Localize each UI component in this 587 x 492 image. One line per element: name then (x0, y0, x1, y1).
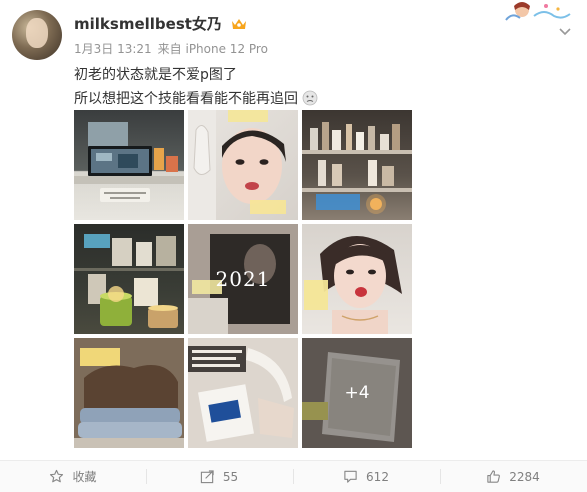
photo-thumbnail[interactable] (74, 110, 184, 220)
photo-thumbnail[interactable] (188, 110, 298, 220)
photo-content (74, 234, 184, 328)
decoration-cartoon-icon (505, 2, 571, 21)
photo-content (188, 338, 298, 448)
photo-content (188, 110, 286, 220)
photo-thumbnail[interactable] (74, 224, 184, 334)
image-grid: 2021 +4 (74, 110, 412, 448)
repost-count: 55 (222, 469, 239, 484)
photo-thumbnail[interactable] (302, 110, 412, 220)
action-bar: 收藏 55 612 2284 (0, 460, 587, 492)
star-icon (50, 469, 64, 483)
share-icon (200, 470, 214, 484)
avatar[interactable] (12, 10, 62, 60)
username-link[interactable]: milksmellbest女乃 (74, 15, 222, 33)
repost-button[interactable]: 55 (146, 461, 292, 492)
photo-thumbnail[interactable]: +4 (302, 338, 412, 448)
photo-thumbnail[interactable]: 2021 (188, 224, 298, 334)
photo-thumbnail[interactable] (302, 224, 412, 334)
photo-thumbnail[interactable] (188, 338, 298, 448)
post-date[interactable]: 1月3日 13:21 (74, 42, 152, 56)
photo-content (302, 122, 412, 214)
photo-content (74, 338, 184, 448)
photo-content (74, 122, 184, 202)
sad-face-emoji-icon (303, 90, 318, 106)
more-images-overlay[interactable]: +4 (302, 338, 412, 448)
post-text-line-1: 初老的状态就是不爱p图了 (74, 67, 237, 83)
favorite-label: 收藏 (72, 470, 97, 484)
post-source: 来自 iPhone 12 Pro (157, 42, 268, 56)
post-meta: 1月3日 13:21 来自 iPhone 12 Pro (74, 40, 274, 57)
year-caption: 2021 (215, 267, 271, 291)
comment-button[interactable]: 612 (293, 461, 439, 492)
post-text-line-2: 所以想把这个技能看看能不能再追回 (74, 88, 318, 108)
vip-crown-icon[interactable] (231, 17, 247, 31)
comment-count: 612 (366, 469, 389, 484)
chevron-down-icon[interactable] (559, 28, 571, 36)
comment-icon (344, 470, 357, 483)
post-text-line-2-content: 所以想把这个技能看看能不能再追回 (74, 91, 298, 107)
like-button[interactable]: 2284 (440, 461, 586, 492)
favorite-button[interactable]: 收藏 (0, 461, 146, 492)
photo-content (304, 235, 402, 334)
photo-thumbnail[interactable] (74, 338, 184, 448)
like-count: 2284 (509, 469, 540, 484)
thumbs-up-icon (487, 470, 501, 483)
